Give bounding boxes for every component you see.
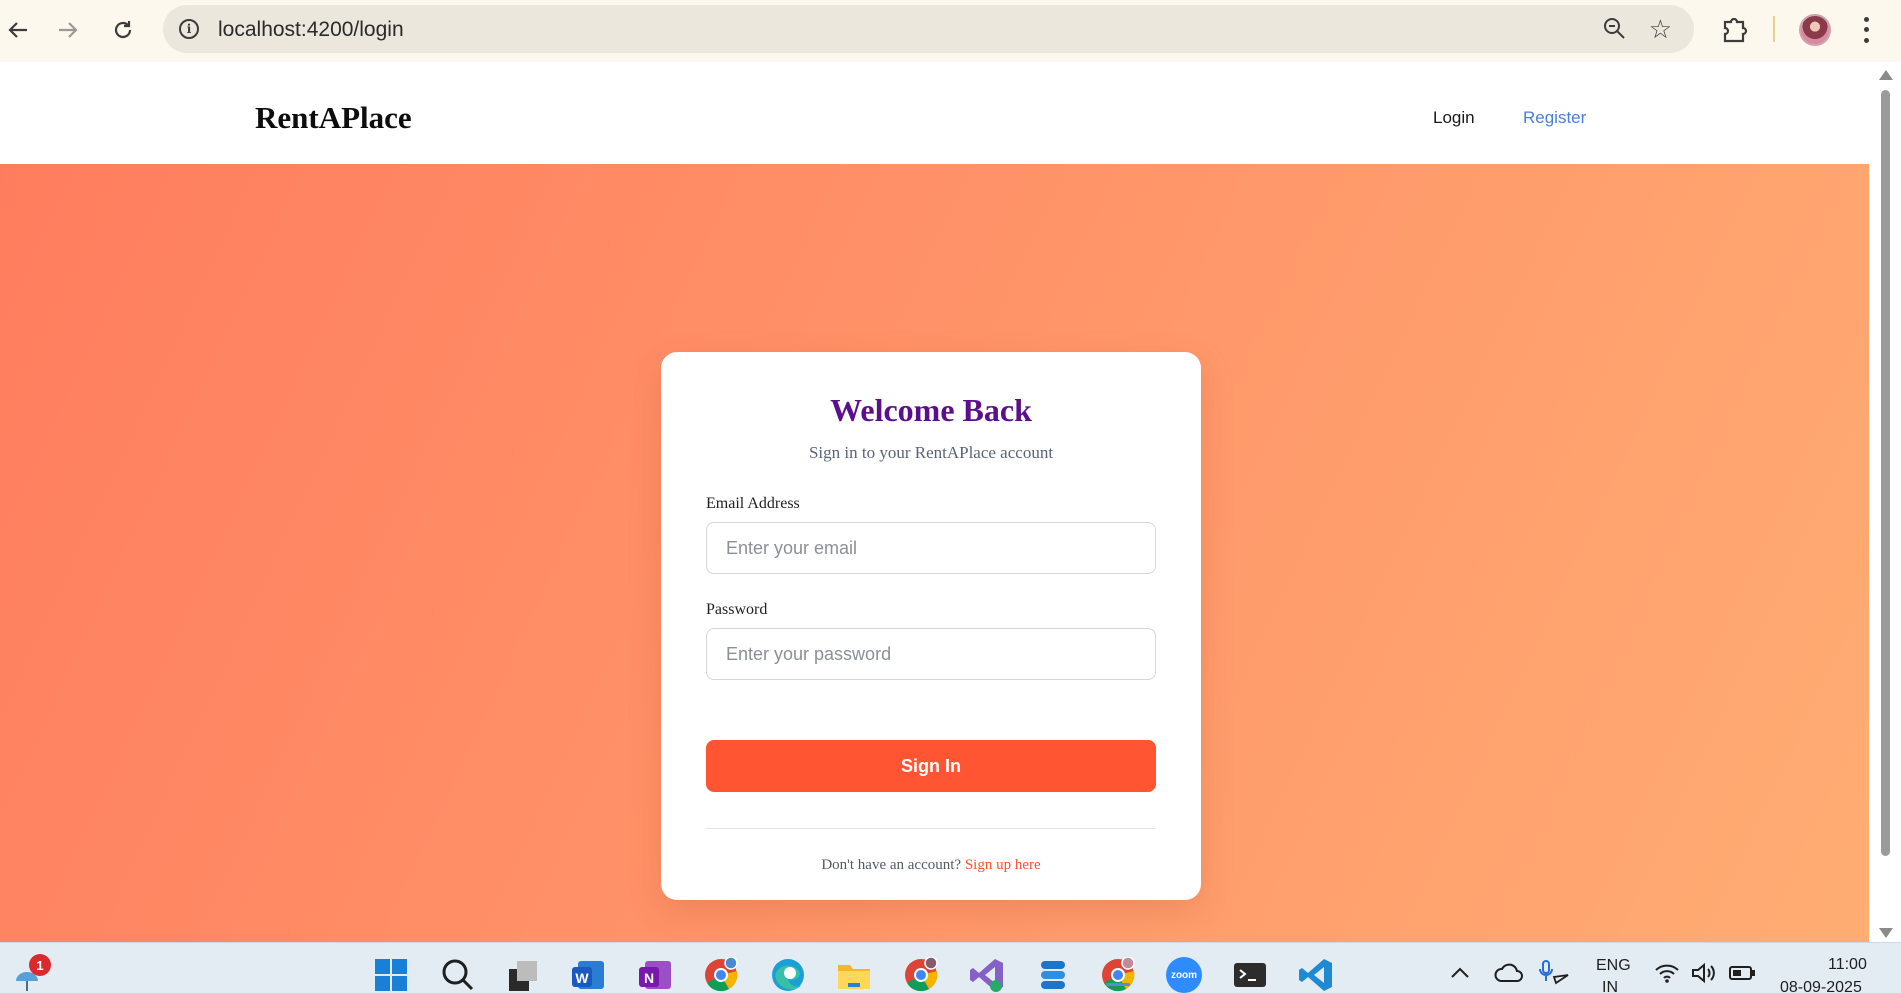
active-app-indicator bbox=[1106, 983, 1130, 986]
site-navbar: RentAPlace Login Register bbox=[0, 74, 1869, 164]
reload-icon bbox=[114, 21, 132, 39]
chrome-icon[interactable] bbox=[1100, 957, 1136, 993]
terminal-icon[interactable] bbox=[1232, 957, 1268, 993]
password-label: Password bbox=[706, 601, 768, 618]
chrome-icon[interactable] bbox=[703, 957, 739, 993]
page-scrollbar[interactable] bbox=[1869, 62, 1901, 942]
scroll-down-icon[interactable] bbox=[1879, 928, 1893, 938]
battery-icon[interactable] bbox=[1728, 961, 1756, 985]
clock-date[interactable]: 08-09-2025 bbox=[1780, 979, 1862, 993]
email-field[interactable] bbox=[706, 522, 1156, 574]
puzzle-icon[interactable] bbox=[1720, 12, 1750, 46]
vscode-icon[interactable] bbox=[1298, 957, 1334, 993]
zoom-app-label: zoom bbox=[1170, 969, 1198, 981]
page-viewport: RentAPlace Login Register Welcome Back S… bbox=[0, 74, 1869, 942]
region-indicator[interactable]: IN bbox=[1602, 979, 1618, 993]
file-explorer-icon[interactable] bbox=[836, 957, 872, 993]
brand-logo[interactable]: RentAPlace bbox=[255, 100, 412, 136]
scroll-thumb[interactable] bbox=[1881, 90, 1890, 856]
password-field[interactable] bbox=[706, 628, 1156, 680]
back-button[interactable] bbox=[0, 12, 36, 48]
windows-start-icon[interactable] bbox=[373, 957, 409, 993]
info-icon[interactable]: i bbox=[179, 19, 199, 39]
signup-prompt-text: Don't have an account? bbox=[821, 857, 962, 873]
email-label: Email Address bbox=[706, 495, 800, 512]
onedrive-cloud-icon[interactable] bbox=[1494, 961, 1524, 985]
signup-link[interactable]: Sign up here bbox=[965, 857, 1041, 873]
onenote-icon[interactable]: N bbox=[637, 957, 673, 993]
arrow-right-icon bbox=[59, 22, 78, 38]
zoom-app-icon[interactable]: zoom bbox=[1166, 957, 1202, 993]
nav-login-link[interactable]: Login bbox=[1433, 108, 1475, 128]
browser-toolbar: i localhost:4200/login ☆ bbox=[0, 0, 1901, 62]
volume-icon[interactable] bbox=[1690, 961, 1718, 985]
kebab-menu-icon[interactable] bbox=[1856, 14, 1876, 46]
login-card: Welcome Back Sign in to your RentAPlace … bbox=[661, 352, 1201, 900]
word-icon[interactable]: W bbox=[570, 957, 606, 993]
address-bar[interactable]: i localhost:4200/login ☆ bbox=[163, 5, 1694, 53]
page-title: Welcome Back bbox=[830, 392, 1032, 428]
windows-taskbar: 1 W N zoom ENG IN 11:00 08-09-2025 bbox=[0, 942, 1901, 993]
language-indicator[interactable]: ENG bbox=[1596, 957, 1631, 975]
reload-button[interactable] bbox=[105, 12, 141, 48]
search-icon[interactable] bbox=[440, 957, 476, 993]
profile-avatar[interactable] bbox=[1799, 14, 1831, 46]
forward-button[interactable] bbox=[50, 12, 86, 48]
arrow-left-icon bbox=[8, 22, 27, 38]
chrome-icon[interactable] bbox=[903, 957, 939, 993]
wifi-icon[interactable] bbox=[1654, 961, 1680, 985]
scroll-up-icon[interactable] bbox=[1879, 70, 1893, 80]
azure-data-studio-icon[interactable] bbox=[1035, 957, 1071, 993]
clock-time[interactable]: 11:00 bbox=[1828, 956, 1867, 974]
visual-studio-icon[interactable] bbox=[969, 957, 1005, 993]
chevron-up-icon[interactable] bbox=[1448, 961, 1472, 985]
nav-register-link[interactable]: Register bbox=[1523, 108, 1586, 128]
zoom-icon[interactable] bbox=[1602, 16, 1626, 40]
notification-badge: 1 bbox=[29, 954, 51, 976]
card-divider bbox=[706, 828, 1156, 829]
edge-icon[interactable] bbox=[770, 957, 806, 993]
page-subtitle: Sign in to your RentAPlace account bbox=[808, 443, 1054, 462]
toolbar-divider bbox=[1773, 16, 1775, 42]
sign-in-button[interactable]: Sign In bbox=[706, 740, 1156, 792]
task-view-icon[interactable] bbox=[505, 957, 541, 993]
star-icon[interactable]: ☆ bbox=[1649, 14, 1672, 45]
url-text[interactable]: localhost:4200/login bbox=[218, 18, 404, 42]
svg-text:N: N bbox=[644, 970, 654, 986]
signup-prompt: Don't have an account? Sign up here bbox=[661, 857, 1201, 874]
microphone-location-icon[interactable] bbox=[1538, 959, 1570, 987]
svg-text:W: W bbox=[575, 970, 589, 986]
